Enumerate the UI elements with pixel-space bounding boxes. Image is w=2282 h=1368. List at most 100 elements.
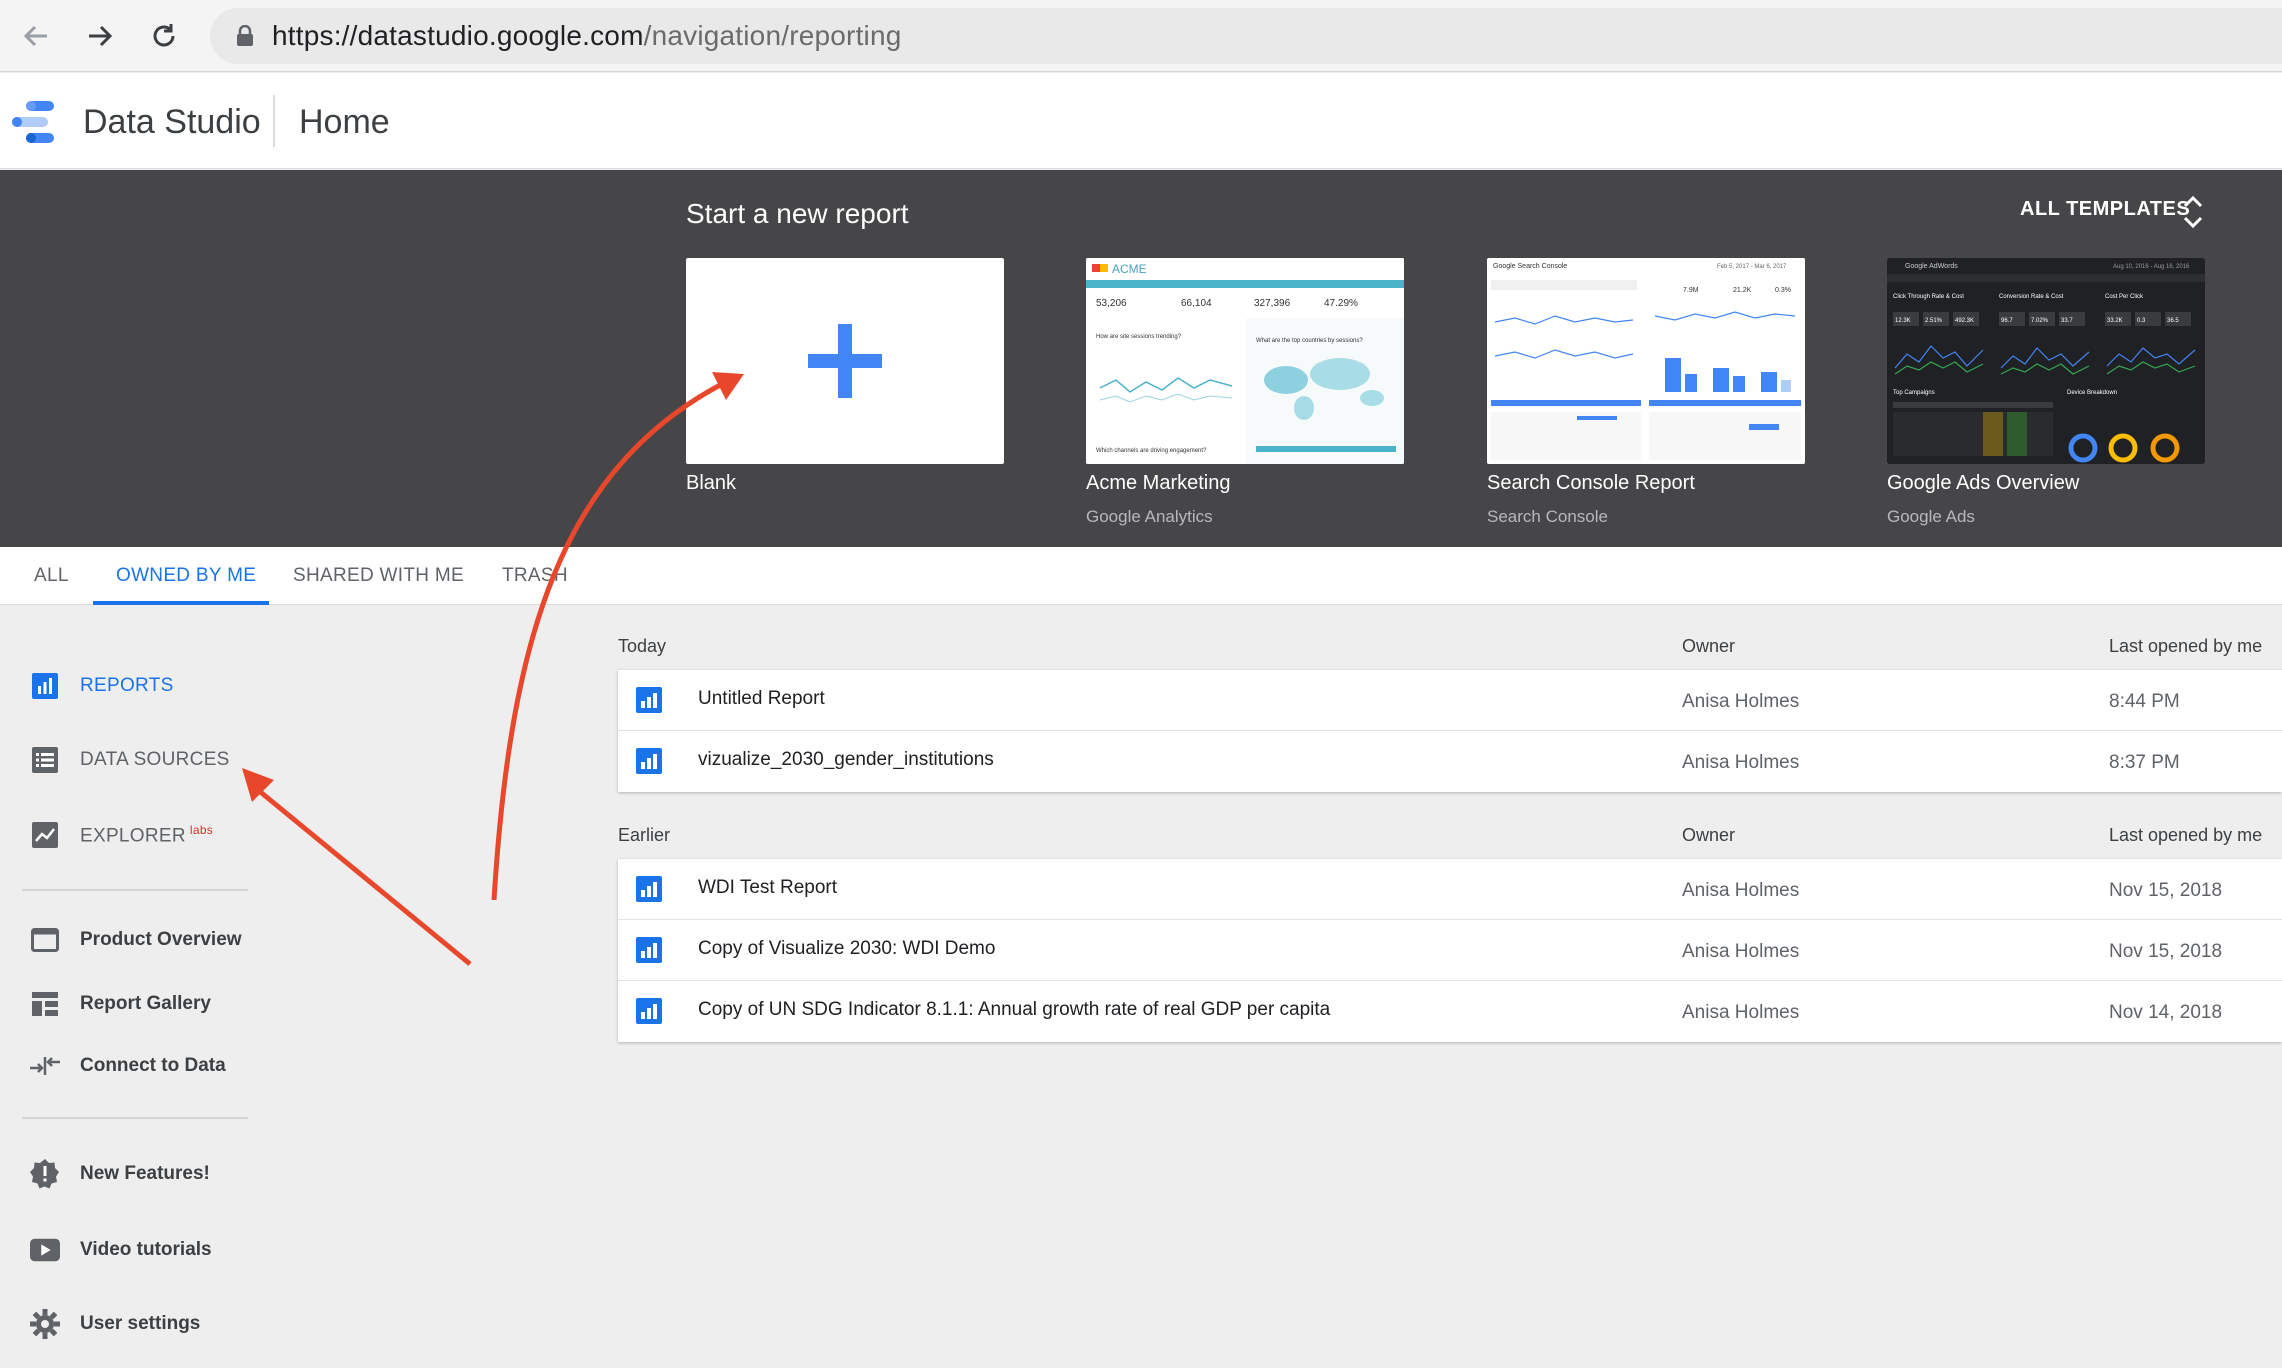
report-row[interactable]: vizualize_2030_gender_institutions Anisa… [618, 731, 2282, 792]
sidebar-divider [22, 1117, 248, 1119]
report-icon [636, 687, 662, 713]
tab-trash[interactable]: TRASH [502, 565, 568, 587]
svg-text:0.3: 0.3 [2137, 318, 2146, 324]
sidebar-item-reports[interactable]: REPORTS [30, 671, 174, 701]
address-bar[interactable]: https://datastudio.google.com/navigation… [210, 8, 2282, 64]
alert-badge-icon [30, 1159, 60, 1189]
plus-icon [808, 324, 882, 398]
connect-icon [30, 1051, 60, 1081]
report-row[interactable]: Untitled Report Anisa Holmes 8:44 PM [618, 670, 2282, 731]
svg-text:492.3K: 492.3K [1955, 318, 1974, 324]
gear-icon [30, 1309, 60, 1339]
report-owner: Anisa Holmes [1682, 941, 1800, 962]
sidebar-link-connect-to-data[interactable]: Connect to Data [30, 1051, 226, 1081]
report-title[interactable]: Untitled Report [698, 688, 825, 710]
sidebar-link-label: User settings [80, 1313, 201, 1334]
back-button[interactable] [14, 14, 58, 58]
search-console-report-preview: Google Search Console Feb 5, 2017 - Mar … [1487, 258, 1805, 464]
report-title[interactable]: WDI Test Report [698, 877, 837, 899]
tab-owned-by-me[interactable]: OWNED BY ME [116, 565, 256, 587]
template-name: Acme Marketing [1086, 472, 1231, 494]
svg-text:96.7: 96.7 [2001, 318, 2013, 324]
sidebar-link-report-gallery[interactable]: Report Gallery [30, 989, 211, 1019]
page-title: Home [299, 103, 390, 141]
svg-text:7.02%: 7.02% [2031, 318, 2049, 324]
banner-title: Start a new report [686, 198, 909, 229]
group-header-today: Today Owner Last opened by me [618, 628, 2282, 668]
svg-text:Aug 10, 2016 - Aug 16, 2016: Aug 10, 2016 - Aug 16, 2016 [2113, 264, 2190, 270]
svg-text:Top Campaigns: Top Campaigns [1893, 390, 1935, 396]
svg-text:33.2K: 33.2K [2107, 318, 2123, 324]
labs-badge: labs [189, 822, 214, 837]
group-header-earlier: Earlier Owner Last opened by me [618, 817, 2282, 857]
svg-text:Conversion Rate & Cost: Conversion Rate & Cost [1999, 294, 2064, 300]
report-icon [636, 876, 662, 902]
owner-column-header[interactable]: Owner [1682, 636, 1735, 657]
filter-tabs: ALL OWNED BY ME SHARED WITH ME TRASH [0, 547, 2282, 605]
sidebar-item-data-sources[interactable]: DATA SOURCES [30, 745, 230, 775]
expand-icon[interactable] [2178, 192, 2208, 232]
report-row[interactable]: Copy of Visualize 2030: WDI Demo Anisa H… [618, 920, 2282, 981]
sidebar-item-label: EXPLORER labs [80, 822, 214, 847]
bar-chart-icon [30, 671, 60, 701]
report-icon [636, 998, 662, 1024]
acme-report-preview: ACME 53,206 66,104 327,396 47.29% How ar… [1086, 258, 1404, 464]
report-title[interactable]: Copy of Visualize 2030: WDI Demo [698, 938, 995, 960]
template-google-ads-overview[interactable]: Google AdWords Aug 10, 2016 - Aug 16, 20… [1887, 258, 2205, 527]
svg-text:47.29%: 47.29% [1324, 298, 1358, 309]
template-thumbnail[interactable]: Google AdWords Aug 10, 2016 - Aug 16, 20… [1887, 258, 2205, 464]
report-owner: Anisa Holmes [1682, 752, 1800, 773]
last-opened-column-header[interactable]: Last opened by me [2109, 825, 2262, 846]
svg-text:Google Search Console: Google Search Console [1493, 263, 1567, 270]
app-name: Data Studio [83, 103, 261, 141]
sidebar-link-user-settings[interactable]: User settings [30, 1309, 200, 1339]
svg-text:How are site sessions trending: How are site sessions trending? [1096, 334, 1182, 340]
template-source: Google Analytics [1086, 507, 1213, 526]
template-thumbnail[interactable]: Google Search Console Feb 5, 2017 - Mar … [1487, 258, 1805, 464]
svg-text:Google AdWords: Google AdWords [1905, 263, 1958, 270]
last-opened-column-header[interactable]: Last opened by me [2109, 636, 2262, 657]
forward-arrow-icon [89, 25, 113, 47]
reload-button[interactable] [142, 14, 186, 58]
report-last-opened: 8:44 PM [2109, 691, 2180, 712]
sidebar-link-product-overview[interactable]: Product Overview [30, 925, 242, 955]
sidebar-link-new-features[interactable]: New Features! [30, 1159, 210, 1189]
group-label: Earlier [618, 825, 671, 845]
svg-text:21.2K: 21.2K [1733, 287, 1752, 294]
svg-text:327,396: 327,396 [1254, 298, 1291, 309]
template-search-console[interactable]: Google Search Console Feb 5, 2017 - Mar … [1487, 258, 1805, 527]
trend-icon [30, 820, 60, 850]
forward-button[interactable] [78, 14, 122, 58]
report-last-opened: Nov 14, 2018 [2109, 1002, 2223, 1023]
template-thumbnail[interactable]: ACME 53,206 66,104 327,396 47.29% How ar… [1086, 258, 1404, 464]
sidebar-item-label: REPORTS [80, 675, 174, 696]
data-studio-logo-icon[interactable] [12, 101, 58, 143]
report-icon [636, 937, 662, 963]
template-acme-marketing[interactable]: ACME 53,206 66,104 327,396 47.29% How ar… [1086, 258, 1404, 527]
active-tab-indicator [93, 601, 269, 605]
tab-all[interactable]: ALL [34, 565, 69, 587]
template-thumbnail[interactable] [686, 258, 1004, 464]
owner-column-header[interactable]: Owner [1682, 825, 1735, 846]
report-row[interactable]: WDI Test Report Anisa Holmes Nov 15, 201… [618, 859, 2282, 920]
tab-shared-with-me[interactable]: SHARED WITH ME [293, 565, 464, 587]
sidebar-item-explorer[interactable]: EXPLORER labs [30, 820, 213, 850]
report-title[interactable]: vizualize_2030_gender_institutions [698, 749, 994, 771]
template-name: Search Console Report [1487, 472, 1695, 494]
sidebar-link-video-tutorials[interactable]: Video tutorials [30, 1235, 212, 1265]
sidebar-divider [22, 889, 248, 891]
svg-text:ACME: ACME [1112, 262, 1147, 276]
report-owner: Anisa Holmes [1682, 1002, 1800, 1023]
template-blank[interactable]: Blank [686, 258, 1004, 495]
svg-text:Device Breakdown: Device Breakdown [2067, 390, 2117, 396]
sidebar-link-label: Video tutorials [80, 1239, 212, 1260]
template-name: Google Ads Overview [1887, 472, 2080, 494]
video-icon [30, 1235, 60, 1265]
all-templates-button[interactable]: ALL TEMPLATES [2020, 198, 2190, 221]
svg-text:Feb 5, 2017 - Mar 6, 2017: Feb 5, 2017 - Mar 6, 2017 [1717, 264, 1787, 270]
svg-text:36.5: 36.5 [2167, 318, 2179, 324]
sidebar-link-label: Report Gallery [80, 993, 211, 1014]
report-title[interactable]: Copy of UN SDG Indicator 8.1.1: Annual g… [698, 999, 1330, 1021]
report-row[interactable]: Copy of UN SDG Indicator 8.1.1: Annual g… [618, 981, 2282, 1042]
sidebar-link-label: Connect to Data [80, 1055, 226, 1076]
